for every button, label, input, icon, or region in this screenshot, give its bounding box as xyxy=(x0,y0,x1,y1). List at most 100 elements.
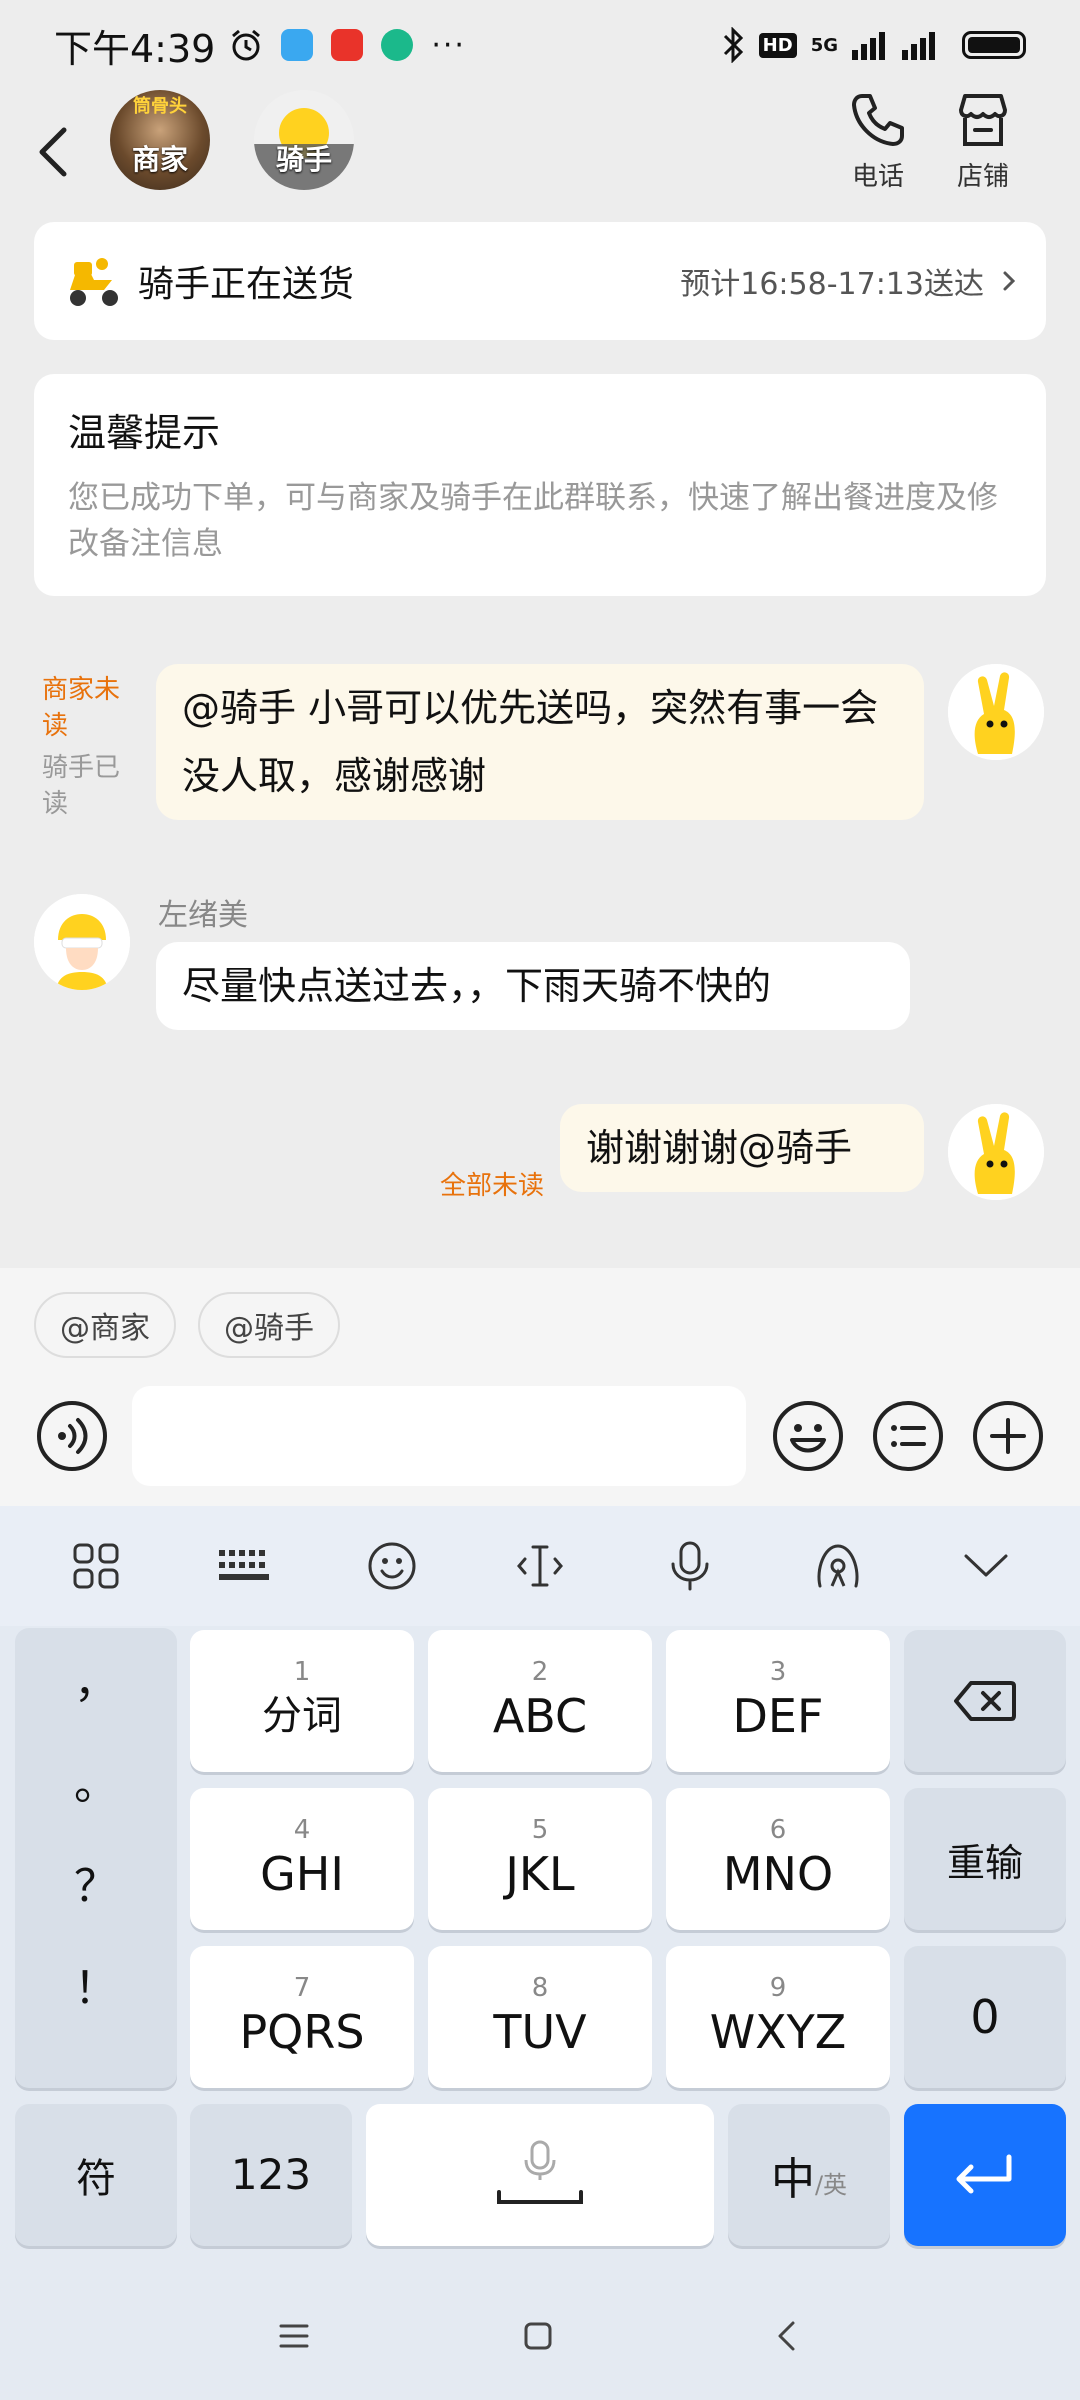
mention-merchant-chip[interactable]: @商家 xyxy=(34,1292,176,1358)
status-time: 下午4:39 xyxy=(54,26,216,71)
key-6[interactable]: 6 MNO xyxy=(666,1788,890,1930)
key-2[interactable]: 2 ABC xyxy=(428,1630,652,1772)
key-label: 分词 xyxy=(262,1693,342,1739)
phone-button[interactable]: 电话 xyxy=(833,90,923,193)
symbols-key[interactable]: 符 xyxy=(15,2104,177,2246)
tips-body: 您已成功下单，可与商家及骑手在此群联系，快速了解出餐进度及修改备注信息 xyxy=(68,480,998,562)
key-label: TUV xyxy=(493,2005,587,2059)
key-comma[interactable]: ， xyxy=(15,1646,177,1710)
key-number: 3 xyxy=(769,1657,787,1687)
nav-menu-button[interactable] xyxy=(270,2312,318,2360)
list-icon xyxy=(873,1401,943,1471)
kb-voice-button[interactable] xyxy=(660,1536,720,1596)
kb-emoji-button[interactable] xyxy=(362,1536,422,1596)
kb-cursor-button[interactable] xyxy=(510,1536,570,1596)
menu-icon xyxy=(279,2324,309,2348)
quick-reply-button[interactable] xyxy=(872,1400,944,1472)
store-icon xyxy=(959,94,1007,146)
store-label: 店铺 xyxy=(956,162,1009,192)
message-text: 尽量快点送过去，，下雨天骑不快的 xyxy=(182,964,772,1008)
enter-key[interactable] xyxy=(904,2104,1066,2246)
network-type: 5G xyxy=(810,34,838,56)
key-number: 7 xyxy=(293,1973,311,2003)
voice-input-button[interactable] xyxy=(36,1400,108,1472)
emoji-icon xyxy=(773,1401,843,1471)
kb-layout-button[interactable] xyxy=(214,1536,274,1596)
space-key[interactable] xyxy=(366,2104,714,2246)
nav-home-button[interactable] xyxy=(514,2312,562,2360)
rider-avatar[interactable]: 骑手 xyxy=(254,90,354,190)
tips-title: 温馨提示 xyxy=(68,411,221,455)
microphone-icon xyxy=(671,1541,709,1591)
more-actions-button[interactable] xyxy=(972,1400,1044,1472)
chevron-right-icon xyxy=(1003,271,1016,291)
emoji-button[interactable] xyxy=(772,1400,844,1472)
yellow-hand-avatar-icon xyxy=(948,664,1044,760)
delivery-eta: 预计16:58-17:13送达 xyxy=(680,267,984,302)
key-label: PQRS xyxy=(239,2005,365,2059)
enter-icon xyxy=(956,2154,1012,2194)
key-exclaim[interactable]: ！ xyxy=(15,1952,177,2016)
keyboard-icon xyxy=(219,1550,269,1580)
numbers-label: 123 xyxy=(230,2150,312,2199)
self-avatar[interactable] xyxy=(948,1104,1044,1200)
system-nav-bar xyxy=(0,2268,1080,2400)
status-notification-icons: ··· xyxy=(229,28,466,63)
grid-icon xyxy=(73,1543,119,1589)
key-label: MNO xyxy=(722,1847,834,1901)
key-5[interactable]: 5 JKL xyxy=(428,1788,652,1930)
store-button[interactable]: 店铺 xyxy=(938,90,1028,193)
key-8[interactable]: 8 TUV xyxy=(428,1946,652,2088)
chevron-down-icon xyxy=(964,1554,1008,1577)
key-4[interactable]: 4 GHI xyxy=(190,1788,414,1930)
rider-avatar-label: 骑手 xyxy=(275,143,332,176)
smiley-icon xyxy=(368,1542,416,1590)
delivery-status-text: 骑手正在送货 xyxy=(138,264,355,305)
key-3[interactable]: 3 DEF xyxy=(666,1630,890,1772)
kb-handwriting-button[interactable] xyxy=(808,1536,868,1596)
bluetooth-icon xyxy=(723,27,743,63)
backspace-key[interactable] xyxy=(904,1630,1066,1772)
symbols-label: 符 xyxy=(76,2156,116,2202)
back-button[interactable] xyxy=(38,112,88,192)
alarm-icon xyxy=(232,29,261,61)
key-number: 4 xyxy=(293,1815,311,1845)
status-system-icons: HD 5G xyxy=(721,27,1026,63)
nav-back-button[interactable] xyxy=(762,2312,810,2360)
lang-sub-label: /英 xyxy=(814,2170,848,2199)
key-question[interactable]: ？ xyxy=(15,1850,177,1914)
phone-label: 电话 xyxy=(851,162,904,192)
key-9[interactable]: 9 WXYZ xyxy=(666,1946,890,2088)
sender-name: 左绪美 xyxy=(158,898,248,933)
reenter-key[interactable]: 重输 xyxy=(904,1788,1066,1930)
handwriting-icon xyxy=(817,1544,859,1588)
voice-icon xyxy=(37,1401,107,1471)
message-input[interactable] xyxy=(132,1386,746,1486)
delivery-status-card[interactable]: 骑手正在送货 预计16:58-17:13送达 xyxy=(34,222,1046,340)
mention-rider-chip[interactable]: @骑手 xyxy=(198,1292,340,1358)
key-7[interactable]: 7 PQRS xyxy=(190,1946,414,2088)
numbers-key[interactable]: 123 xyxy=(190,2104,352,2246)
key-1[interactable]: 1 分词 xyxy=(190,1630,414,1772)
more-notifications-icon: ··· xyxy=(431,27,466,63)
kb-menu-button[interactable] xyxy=(66,1536,126,1596)
key-number: 8 xyxy=(531,1973,549,2003)
key-number: 5 xyxy=(531,1815,549,1845)
key-number: 6 xyxy=(769,1815,787,1845)
rider-chat-avatar[interactable] xyxy=(34,894,130,990)
chat-header: 筒骨头 商家 骑手 电话 店铺 xyxy=(0,90,1080,220)
punctuation-column[interactable]: ， 。 ？ ！ xyxy=(15,1628,177,2088)
message-bubble-self[interactable]: @骑手 小哥可以优先送吗，突然有事一会没人取，感谢感谢 xyxy=(156,664,924,820)
message-bubble-self[interactable]: 谢谢谢谢@骑手 xyxy=(560,1104,924,1192)
language-toggle-key[interactable]: 中 /英 xyxy=(728,2104,890,2246)
merchant-avatar[interactable]: 筒骨头 商家 xyxy=(110,90,210,190)
self-avatar[interactable] xyxy=(948,664,1044,760)
kb-collapse-button[interactable] xyxy=(956,1536,1016,1596)
yellow-hand-avatar-icon xyxy=(948,1104,1044,1200)
back-triangle-icon xyxy=(778,2321,795,2351)
key-0[interactable]: 0 xyxy=(904,1946,1066,2088)
key-period[interactable]: 。 xyxy=(15,1748,177,1812)
message-bubble-rider[interactable]: 尽量快点送过去，，下雨天骑不快的 xyxy=(156,942,910,1030)
delivery-scooter-icon xyxy=(70,258,118,306)
key-label: GHI xyxy=(260,1847,344,1901)
